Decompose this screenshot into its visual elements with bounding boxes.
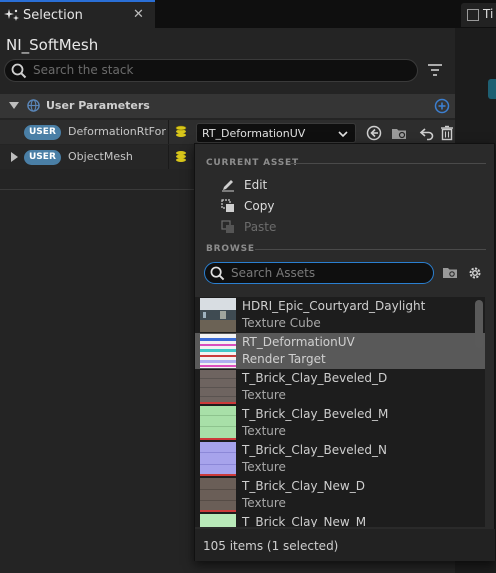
pencil-icon [222,180,234,192]
asset-picker-popup: CURRENT ASSET Edit Copy Paste BROWSE Sea… [194,143,495,561]
add-parameter-icon[interactable] [434,98,450,114]
asset-type: Texture Cube [242,316,321,330]
close-tab-button[interactable]: ✕ [133,7,144,22]
edit-label: Edit [244,178,268,192]
tab-title: Selection [23,8,83,23]
paste-icon [221,220,234,233]
asset-thumbnail [200,514,236,527]
asset-name: T_Brick_Clay_New_M [242,515,367,527]
asset-count-footer: 105 items (1 selected) [195,529,495,561]
stack-search-input[interactable]: Search the stack [4,59,418,82]
copy-icon [221,199,234,212]
search-assets-placeholder: Search Assets [231,266,316,280]
param-row[interactable]: USER DeformationRtForU RT_DeformationUV [0,120,455,144]
asset-count: 105 items (1 selected) [203,539,339,553]
asset-item[interactable]: T_Brick_Clay_New_D Texture [195,477,485,513]
coins-icon [175,125,187,137]
header-rule [291,163,486,164]
column-divider[interactable] [168,120,169,144]
filter-icon[interactable] [427,62,443,78]
asset-name: T_Brick_Clay_Beveled_M [242,407,389,421]
asset-name: T_Brick_Clay_Beveled_D [242,371,388,385]
copy-menu-item[interactable]: Copy [221,198,421,216]
search-icon [210,266,225,281]
paste-label: Paste [244,220,277,234]
edit-menu-item[interactable]: Edit [221,177,421,195]
asset-item[interactable]: T_Brick_Clay_Beveled_M Texture [195,405,485,441]
tab-other-label: Ti [483,7,494,21]
user-badge: USER [24,150,61,165]
search-icon [11,63,27,79]
asset-item-selected[interactable]: RT_DeformationUV Render Target [195,333,485,369]
tab-bar: Selection ✕ Ti [0,0,496,28]
stack-search-placeholder: Search the stack [33,63,134,77]
search-assets-input[interactable]: Search Assets [204,262,434,284]
asset-item[interactable]: T_Brick_Clay_New_M [195,513,485,527]
asset-name: RT_DeformationUV [242,335,355,349]
asset-name: T_Brick_Clay_New_D [242,479,365,493]
user-badge: USER [24,125,61,140]
chevron-down-icon[interactable] [9,102,19,109]
chevron-down-icon [338,131,348,138]
window-icon [467,9,479,21]
asset-thumbnail [200,406,236,440]
asset-list[interactable]: HDRI_Epic_Courtyard_Daylight Texture Cub… [195,297,485,527]
list-scrollbar[interactable] [475,300,483,348]
asset-name: T_Brick_Clay_Beveled_N [242,443,387,457]
asset-thumbnail [200,442,236,476]
asset-combo-box[interactable]: RT_DeformationUV [196,123,356,143]
asset-thumbnail [200,478,236,512]
asset-name: HDRI_Epic_Courtyard_Daylight [242,299,426,313]
globe-icon [27,99,40,112]
asset-type: Texture [242,460,286,474]
asset-type: Render Target [242,352,326,366]
graph-node-edge [488,79,496,99]
asset-item[interactable]: T_Brick_Clay_Beveled_D Texture [195,369,485,405]
folder-search-icon[interactable] [442,265,458,281]
paste-menu-item: Paste [221,219,421,237]
reset-icon[interactable] [419,125,435,141]
asset-type: Texture [242,424,286,438]
copy-label: Copy [244,199,275,213]
system-name: NI_SoftMesh [6,36,99,54]
asset-item[interactable]: HDRI_Epic_Courtyard_Daylight Texture Cub… [195,297,485,333]
asset-item[interactable]: T_Brick_Clay_Beveled_N Texture [195,441,485,477]
asset-combo-value: RT_DeformationUV [202,127,306,140]
trash-icon[interactable] [439,125,455,141]
tab-selection[interactable]: Selection ✕ [0,0,155,28]
user-parameters-header[interactable]: User Parameters [0,94,455,118]
sparkle-icon [4,9,19,21]
browse-header: BROWSE [206,244,255,254]
browse-folder-icon[interactable] [391,125,407,141]
gear-icon[interactable] [467,265,483,281]
use-selected-icon[interactable] [366,125,382,141]
tab-other[interactable]: Ti [461,3,496,27]
param-name: DeformationRtForU [68,125,166,138]
current-asset-header: CURRENT ASSET [206,158,299,168]
coins-icon [176,151,186,162]
header-rule [255,249,486,250]
asset-thumbnail [200,298,236,332]
column-divider[interactable] [168,145,169,169]
chevron-right-icon[interactable] [11,152,18,162]
asset-thumbnail [200,370,236,404]
asset-thumbnail [200,334,236,368]
section-label: User Parameters [46,99,150,112]
param-name: ObjectMesh [68,150,133,163]
asset-type: Texture [242,388,286,402]
asset-type: Texture [242,496,286,510]
